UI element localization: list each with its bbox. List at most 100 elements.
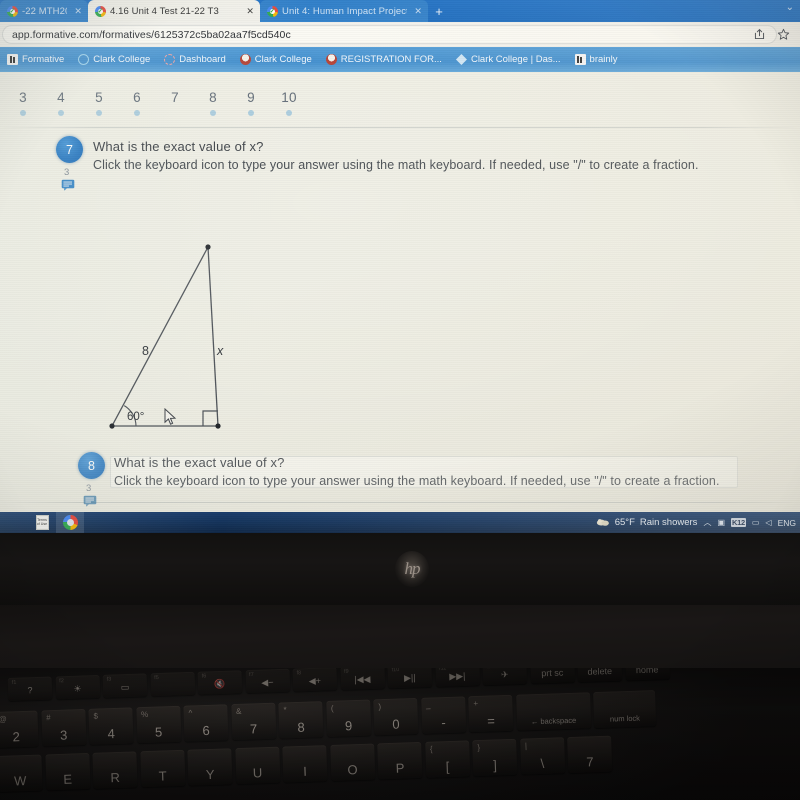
qnav-item-6[interactable]: 6 — [118, 90, 156, 116]
key-2[interactable]: @2 — [0, 710, 39, 748]
share-icon[interactable] — [753, 28, 766, 41]
qnav-number: 7 — [171, 90, 179, 105]
key-4[interactable]: $4 — [88, 707, 134, 745]
key-8[interactable]: * 8 — [278, 701, 324, 739]
bookmark-star-icon[interactable] — [777, 28, 790, 41]
bookmark-brainly[interactable]: brainly — [568, 54, 625, 65]
bookmark-dashboard[interactable]: Dashboard — [157, 54, 232, 65]
brainly-icon — [574, 54, 586, 65]
qnav-item-9[interactable]: 9 — [232, 90, 270, 116]
key-5[interactable]: % 5 — [135, 705, 181, 744]
key-label: ▭ — [120, 681, 130, 693]
key-o[interactable]: O — [329, 743, 375, 781]
bookmark-clark-college-1[interactable]: Clark College — [71, 54, 157, 65]
bookmark-clark-college-dashboard[interactable]: Clark College | Das... — [449, 54, 568, 65]
key-f9-prev[interactable]: f9 |◀◀ — [339, 668, 385, 690]
key-7[interactable]: & 7 — [230, 702, 276, 741]
key-e[interactable]: E — [44, 752, 91, 791]
taskbar-chrome-app[interactable] — [56, 512, 84, 533]
key-backslash[interactable]: | \ — [519, 737, 565, 775]
taskbar-apps: Terms of Use — [0, 512, 84, 533]
key-f10-playpause[interactable]: f10 ▶|| — [387, 668, 433, 689]
key-y[interactable]: Y — [187, 748, 233, 786]
browser-tab-3[interactable]: Unit 4: Human Impact Project Pa ✕ — [260, 0, 428, 22]
key-t[interactable]: T — [139, 749, 185, 788]
key-home[interactable]: home — [624, 668, 670, 681]
key-minus[interactable]: _ - — [420, 696, 466, 734]
nav-divider — [0, 127, 800, 128]
volume-icon[interactable]: ◁ — [765, 518, 771, 527]
key-bracket-left[interactable]: {[ — [424, 740, 470, 778]
key-f6-mute[interactable]: f6 🔇 — [197, 670, 243, 695]
key-sup: | — [524, 741, 528, 751]
tab-close-icon[interactable]: ✕ — [71, 6, 82, 17]
key-f3[interactable]: f3 ▭ — [102, 673, 148, 698]
key-label: prt sc — [541, 668, 564, 679]
qnav-item-3[interactable]: 3 — [4, 90, 42, 116]
key-f5[interactable]: f5 — [150, 671, 195, 697]
bookmark-formative[interactable]: Formative — [0, 54, 71, 65]
address-bar[interactable]: app.formative.com/formatives/6125372c5ba… — [2, 25, 777, 44]
triangle-figure: 8 x 60° — [95, 239, 275, 454]
key-f2[interactable]: f2 ☀ — [55, 674, 100, 700]
window-minimize-icon[interactable]: ⌄ — [786, 2, 794, 13]
qnav-item-7[interactable]: 7 — [156, 90, 194, 116]
key-i[interactable]: I — [282, 745, 328, 783]
qnav-item-8[interactable]: 8 — [194, 90, 232, 116]
key-r[interactable]: R — [92, 751, 138, 789]
key-f11-next[interactable]: f11 ▶▶| — [434, 668, 480, 687]
key-u[interactable]: U — [234, 746, 280, 785]
key-prtsc[interactable]: insprt sc — [529, 668, 575, 684]
comment-icon[interactable] — [61, 179, 75, 191]
key-bracket-right[interactable]: }] — [472, 738, 518, 777]
key-f1[interactable]: f1? — [7, 676, 53, 701]
question-number-badge: 8 — [78, 452, 105, 479]
show-hidden-icons-chevron[interactable]: ︿ — [703, 517, 711, 528]
key-w[interactable]: W — [0, 754, 43, 792]
onedrive-icon[interactable]: ▣ — [717, 518, 725, 527]
key-equals[interactable]: + = — [468, 694, 514, 733]
browser-tab-1[interactable]: -22 MTH2088 S... ✕ — [0, 0, 88, 22]
new-tab-button[interactable]: + — [428, 0, 450, 22]
key-9[interactable]: (9 — [325, 699, 371, 737]
figure-label-hypotenuse: 8 — [142, 344, 149, 358]
taskbar-start-area[interactable] — [0, 512, 28, 533]
k12-icon[interactable]: K12 — [731, 518, 746, 527]
key-f12-airplane[interactable]: f12 ✈ — [482, 668, 528, 686]
key-label: 8 — [297, 719, 305, 735]
qnav-item-10[interactable]: 10 — [270, 90, 308, 116]
question-prompt: What is the exact value of x? — [93, 139, 264, 154]
key-0[interactable]: ) 0 — [373, 697, 419, 736]
weather-widget[interactable]: 65°F Rain showers — [596, 517, 697, 528]
figure-label-x: x — [217, 344, 224, 358]
key-numpad-7[interactable]: 7 — [567, 735, 613, 774]
bookmark-registration-form[interactable]: REGISTRATION FOR... — [319, 54, 449, 65]
language-indicator[interactable]: ENG — [778, 518, 796, 528]
key-sup: { — [429, 744, 433, 754]
browser-tab-2[interactable]: 4.16 Unit 4 Test 21-22 T3 ✕ — [88, 0, 260, 22]
key-6[interactable]: ^ 6 — [183, 704, 229, 742]
key-sup: f10 — [391, 668, 400, 674]
key-sup: f1 — [11, 679, 17, 686]
key-numlock[interactable]: num lock — [593, 690, 657, 729]
network-icon[interactable]: ▭ — [752, 518, 760, 527]
key-backspace[interactable]: ← backspace — [515, 692, 591, 731]
key-3[interactable]: #3 — [40, 708, 87, 747]
key-f8-volup[interactable]: f8 ◀+ — [292, 668, 338, 692]
qnav-item-5[interactable]: 5 — [80, 90, 118, 116]
diamond-icon — [455, 54, 467, 65]
key-delete[interactable]: delete — [577, 668, 623, 683]
bookmark-label: Clark College | Das... — [470, 54, 561, 65]
comment-icon[interactable] — [83, 495, 97, 507]
key-label: ← backspace — [530, 715, 577, 727]
question-instruction: Click the keyboard icon to type your ans… — [93, 158, 699, 172]
qnav-item-4[interactable]: 4 — [42, 90, 80, 116]
taskbar-document-app[interactable]: Terms of Use — [28, 512, 56, 533]
tab-close-icon[interactable]: ✕ — [411, 6, 422, 17]
bookmark-clark-college-2[interactable]: Clark College — [233, 54, 319, 65]
key-f7-voldown[interactable]: f7 ◀− — [244, 668, 290, 694]
tab-close-icon[interactable]: ✕ — [243, 6, 254, 17]
key-label: 🔇 — [214, 678, 226, 690]
key-label: [ — [445, 759, 450, 775]
key-p[interactable]: P — [377, 741, 423, 780]
